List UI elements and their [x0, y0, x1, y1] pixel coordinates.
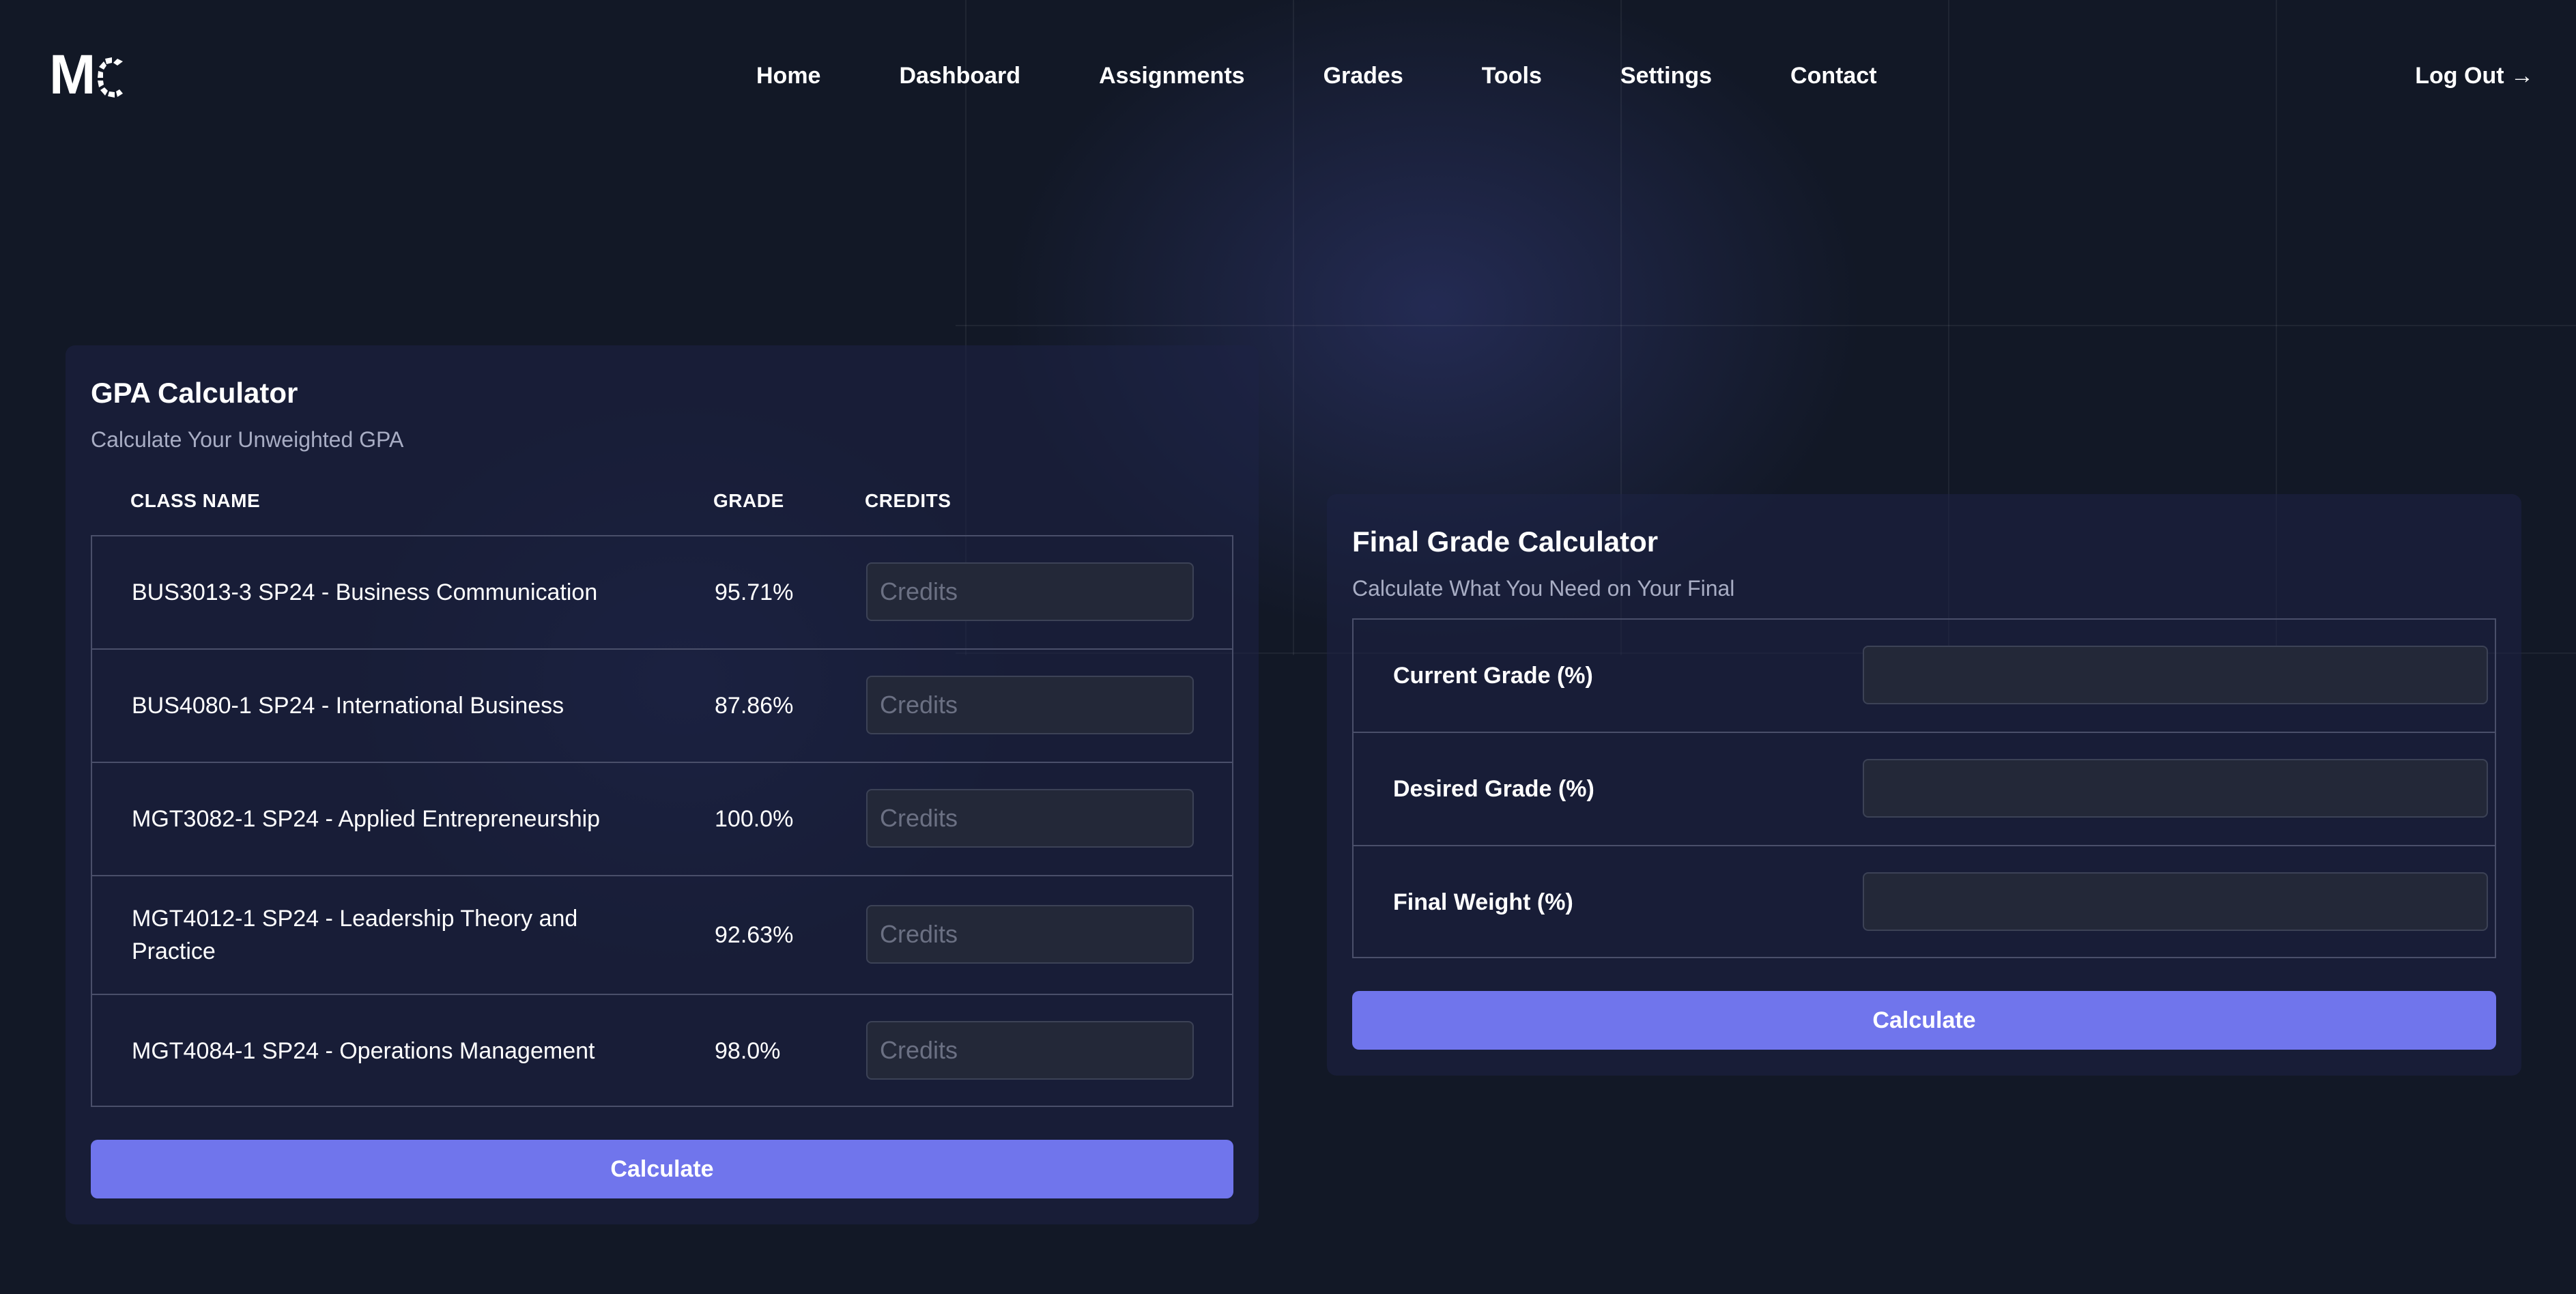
final-grade-calculate-button[interactable]: Calculate — [1352, 991, 2496, 1050]
top-navigation: M Home Dashboard Assignments Grades Tool… — [0, 0, 2576, 150]
class-name-cell: BUS4080-1 SP24 - International Business — [132, 693, 564, 719]
gpa-calculator-title: GPA Calculator — [91, 377, 298, 409]
nav-link-assignments[interactable]: Assignments — [1099, 57, 1245, 94]
gpa-calculator-card: GPA Calculator Calculate Your Unweighted… — [66, 345, 1259, 1224]
nav-link-tools[interactable]: Tools — [1482, 57, 1542, 94]
logo[interactable]: M — [49, 44, 126, 106]
final-grade-calculator-card: Final Grade Calculator Calculate What Yo… — [1327, 494, 2521, 1076]
final-grade-calculator-title: Final Grade Calculator — [1352, 526, 1659, 558]
column-header-grade: GRADE — [713, 490, 784, 511]
credits-input[interactable] — [866, 676, 1194, 734]
current-grade-input[interactable] — [1863, 646, 2488, 704]
nav-link-home[interactable]: Home — [756, 57, 820, 94]
gpa-calculator-subtitle: Calculate Your Unweighted GPA — [91, 427, 404, 452]
class-name-cell: BUS3013-3 SP24 - Business Communication — [132, 579, 598, 605]
table-row: MGT3082-1 SP24 - Applied Entrepreneurshi… — [92, 763, 1232, 876]
grade-cell: 87.86% — [715, 693, 794, 719]
credits-input[interactable] — [866, 562, 1194, 621]
column-header-class-name: CLASS NAME — [130, 490, 261, 511]
credits-input[interactable] — [866, 789, 1194, 848]
final-weight-input[interactable] — [1863, 872, 2488, 931]
gpa-table: BUS3013-3 SP24 - Business Communication … — [91, 535, 1233, 1107]
logout-link[interactable]: Log Out → — [2415, 57, 2534, 94]
logo-c-icon — [98, 57, 124, 98]
final-weight-label: Final Weight (%) — [1393, 889, 1573, 915]
nav-link-grades[interactable]: Grades — [1323, 57, 1403, 94]
credits-input[interactable] — [866, 905, 1194, 964]
credits-input[interactable] — [866, 1021, 1194, 1080]
table-row: MGT4084-1 SP24 - Operations Management 9… — [92, 995, 1232, 1107]
nav-link-dashboard[interactable]: Dashboard — [899, 57, 1020, 94]
form-row-current-grade: Current Grade (%) — [1354, 620, 2495, 733]
class-name-cell: MGT4084-1 SP24 - Operations Management — [132, 1038, 595, 1064]
logo-letter-m: M — [49, 44, 96, 106]
gpa-calculate-button[interactable]: Calculate — [91, 1140, 1233, 1198]
desired-grade-input[interactable] — [1863, 759, 2488, 818]
class-name-cell: MGT3082-1 SP24 - Applied Entrepreneurshi… — [132, 806, 601, 832]
background-grid-line — [956, 325, 2576, 326]
final-grade-calculator-subtitle: Calculate What You Need on Your Final — [1352, 576, 1735, 601]
desired-grade-label: Desired Grade (%) — [1393, 776, 1594, 802]
form-row-final-weight: Final Weight (%) — [1354, 846, 2495, 958]
form-row-desired-grade: Desired Grade (%) — [1354, 733, 2495, 846]
grade-cell: 100.0% — [715, 806, 794, 832]
grade-cell: 98.0% — [715, 1038, 781, 1064]
nav-link-settings[interactable]: Settings — [1620, 57, 1712, 94]
main-nav-links: Home Dashboard Assignments Grades Tools … — [756, 57, 1877, 94]
table-row: BUS3013-3 SP24 - Business Communication … — [92, 536, 1232, 650]
table-row: MGT4012-1 SP24 - Leadership Theory and P… — [92, 876, 1232, 995]
grade-cell: 92.63% — [715, 922, 794, 948]
current-grade-label: Current Grade (%) — [1393, 663, 1593, 689]
class-name-cell: MGT4012-1 SP24 - Leadership Theory and P… — [132, 906, 578, 964]
final-grade-form: Current Grade (%) Desired Grade (%) Fina… — [1352, 618, 2496, 958]
grade-cell: 95.71% — [715, 579, 794, 605]
column-header-credits: CREDITS — [865, 490, 951, 511]
table-row: BUS4080-1 SP24 - International Business … — [92, 650, 1232, 763]
nav-link-contact[interactable]: Contact — [1790, 57, 1877, 94]
